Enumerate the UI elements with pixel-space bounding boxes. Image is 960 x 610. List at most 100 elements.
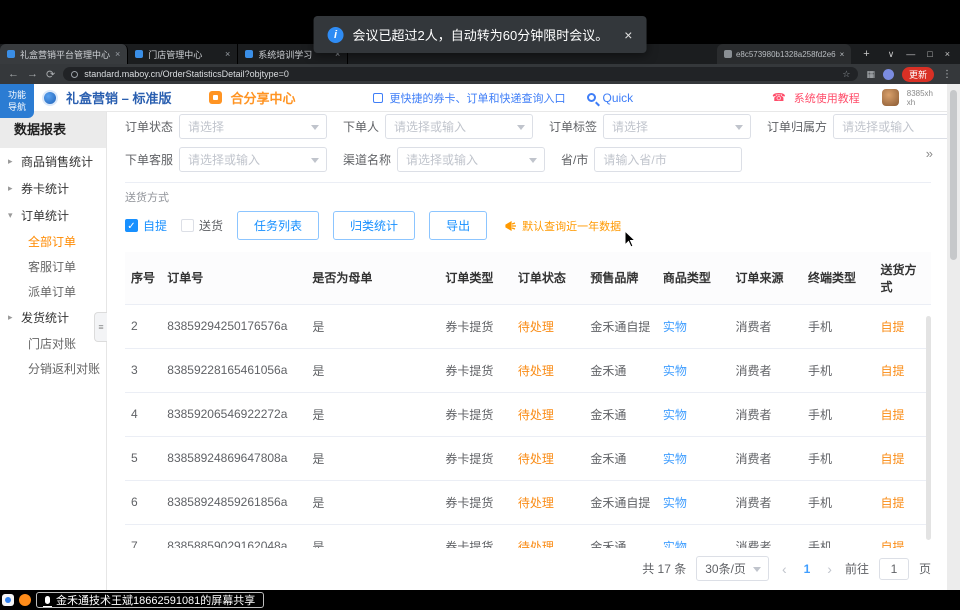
extensions-icon[interactable]: ▦ (866, 69, 875, 80)
share-center-link[interactable]: 合分享中心 (230, 88, 295, 107)
col-parent-order: 是否为母单 (306, 252, 439, 304)
task-list-button[interactable]: 任务列表 (237, 211, 319, 240)
sidebar-item-goods-stats[interactable]: ▸ 商品销售统计 (0, 148, 106, 175)
page-number[interactable]: 1 (800, 562, 815, 576)
back-icon[interactable]: ← (8, 68, 19, 80)
sidebar-item-order-stats[interactable]: ▾ 订单统计 (0, 202, 106, 229)
user-avatar[interactable] (882, 89, 899, 106)
table-row[interactable]: 683858924859261856a 是券卡提货 待处理金禾通自提 实物消费者… (125, 480, 931, 524)
filter-orderer: 下单人 请选择或输入 (343, 114, 533, 139)
username: 8385xh xh (907, 89, 933, 107)
tutorial-link[interactable]: 系统使用教程 (794, 90, 860, 106)
tab-close-icon[interactable]: × (840, 50, 845, 59)
bookmark-star-icon[interactable]: ☆ (842, 69, 850, 80)
sidebar-item-delivery-stats[interactable]: ▸ 发货统计 (0, 304, 106, 331)
screen: i 会议已超过2人，自动转为60分钟限时会议。 × 礼盒营销平台管理中心 × 门… (0, 0, 960, 610)
scrollbar-thumb[interactable] (950, 90, 957, 260)
order-owner-select[interactable]: 请选择或输入 (833, 114, 947, 139)
table-row[interactable]: 783858859029162048a 是券卡提货 待处理金禾通 实物消费者 手… (125, 524, 931, 548)
browser-tab-1[interactable]: 礼盒营销平台管理中心 × (0, 44, 128, 64)
chevron-down-icon (735, 125, 743, 130)
browser-toolbar: ← → ⟳ standard.maboy.cn/OrderStatisticsD… (0, 64, 960, 84)
prev-page-icon[interactable]: ‹ (779, 561, 790, 577)
browser-profile-avatar[interactable] (883, 69, 894, 80)
forward-icon[interactable]: → (27, 68, 38, 80)
page-scrollbar[interactable] (947, 84, 960, 590)
function-nav-toggle[interactable]: 功能 导航 (0, 84, 34, 118)
brand-title: 礼盒营销 – 标准版 (66, 88, 171, 107)
browser-update-button[interactable]: 更新 (902, 67, 934, 82)
order-status-select[interactable]: 请选择 (179, 114, 327, 139)
maximize-icon[interactable]: □ (927, 49, 932, 59)
province-city-input[interactable] (594, 147, 742, 172)
table-row[interactable]: 583858924869647808a 是券卡提货 待处理金禾通 实物消费者 手… (125, 436, 931, 480)
filter-channel: 渠道名称 请选择或输入 (343, 147, 545, 172)
orderer-select[interactable]: 请选择或输入 (385, 114, 533, 139)
tab-label: 礼盒营销平台管理中心 (20, 48, 110, 61)
orders-table: 序号 订单号 是否为母单 订单类型 订单状态 预售品牌 商品类型 订单来源 终端… (125, 252, 931, 548)
toast-text: 会议已超过2人，自动转为60分钟限时会议。 (353, 25, 609, 44)
screen-share-text: 金禾通技术王斌18662591081的屏幕共享 (56, 592, 255, 608)
site-info-icon[interactable] (71, 71, 78, 78)
filter-order-status: 订单状态 请选择 (125, 114, 327, 139)
channel-select[interactable]: 请选择或输入 (397, 147, 545, 172)
chevron-down-icon (753, 567, 761, 572)
new-tab-button[interactable]: + (855, 44, 877, 64)
url-text: standard.maboy.cn/OrderStatisticsDetail?… (84, 69, 289, 79)
category-stats-button[interactable]: 归类统计 (333, 211, 415, 240)
quick-link[interactable]: Quick (602, 91, 633, 105)
url-bar[interactable]: standard.maboy.cn/OrderStatisticsDetail?… (63, 67, 858, 81)
filter-order-owner: 订单归属方 请选择或输入 (767, 114, 947, 139)
close-window-icon[interactable]: × (945, 49, 950, 59)
page-size-select[interactable]: 30条/页 (696, 556, 769, 581)
meeting-toast: i 会议已超过2人，自动转为60分钟限时会议。 × (314, 16, 647, 53)
screen-share-indicator[interactable]: 金禾通技术王斌18662591081的屏幕共享 (36, 592, 264, 608)
table-row[interactable]: 283859294250176576a 是券卡提货 待处理金禾通自提 实物消费者… (125, 304, 931, 348)
filter-province-city: 省/市 (561, 147, 742, 172)
sidebar-item-dispatch-orders[interactable]: 派单订单 (0, 279, 106, 304)
export-button[interactable]: 导出 (429, 211, 487, 240)
chevron-down-icon (529, 158, 537, 163)
sidebar-collapse-handle[interactable]: ≡ (94, 312, 107, 342)
table-header-row: 序号 订单号 是否为母单 订单类型 订单状态 预售品牌 商品类型 订单来源 终端… (125, 252, 931, 304)
sidebar-item-store-reconcile[interactable]: 门店对账 (0, 331, 106, 356)
minimize-icon[interactable]: — (906, 49, 915, 59)
col-order-no: 订单号 (161, 252, 306, 304)
megaphone-icon (505, 220, 517, 232)
table-row[interactable]: 383859228165461056a 是券卡提货 待处理金禾通 实物消费者 手… (125, 348, 931, 392)
sidebar-item-service-orders[interactable]: 客服订单 (0, 254, 106, 279)
tabs-menu-icon[interactable]: ∨ (888, 49, 895, 60)
browser-menu-icon[interactable]: ⋮ (942, 69, 952, 80)
window-controls: ∨ — □ × (878, 44, 960, 64)
microphone-icon (45, 596, 50, 604)
chevron-down-icon (311, 158, 319, 163)
meeting-app-icon[interactable] (19, 594, 31, 606)
tab-close-icon[interactable]: × (225, 49, 230, 59)
page-unit: 页 (919, 560, 931, 577)
order-tag-select[interactable]: 请选择 (603, 114, 751, 139)
filter-row-2: 下单客服 请选择或输入 渠道名称 请选择或输入 (125, 147, 931, 172)
tab-close-icon[interactable]: × (115, 49, 120, 59)
tab-label: 门店管理中心 (148, 48, 202, 61)
browser-tab-hash[interactable]: e8c573980b1328a258fd2e6 × (717, 44, 851, 64)
total-count: 共 17 条 (642, 560, 686, 577)
goto-page-input[interactable] (879, 558, 909, 580)
reload-icon[interactable]: ⟳ (46, 68, 55, 81)
browser-tab-2[interactable]: 门店管理中心 × (128, 44, 238, 64)
table-row[interactable]: 483859206546922272a 是券卡提货 待处理金禾通 实物消费者 手… (125, 392, 931, 436)
service-agent-select[interactable]: 请选择或输入 (179, 147, 327, 172)
delivery-mode-label: 送货方式 (125, 189, 931, 205)
app-window: 功能 导航 礼盒营销 – 标准版 合分享中心 更快捷的券卡、订单和快递查询入口 … (0, 84, 947, 590)
table-scrollbar[interactable] (926, 316, 931, 540)
sidebar-item-rebate-reconcile[interactable]: 分销返利对账 (0, 356, 106, 381)
filters-collapse-icon[interactable]: » (926, 146, 933, 161)
next-page-icon[interactable]: › (824, 561, 835, 577)
col-serial: 序号 (125, 252, 161, 304)
sidebar-item-coupon-stats[interactable]: ▸ 券卡统计 (0, 175, 106, 202)
sidebar-item-all-orders[interactable]: 全部订单 (0, 229, 106, 254)
toast-close-icon[interactable]: × (624, 27, 632, 43)
phone-icon: ☎ (772, 91, 786, 104)
pickup-checkbox[interactable]: ✓ 自提 (125, 217, 167, 234)
delivery-checkbox[interactable]: 送货 (181, 217, 223, 234)
taskbar-app-icon[interactable] (2, 594, 14, 606)
